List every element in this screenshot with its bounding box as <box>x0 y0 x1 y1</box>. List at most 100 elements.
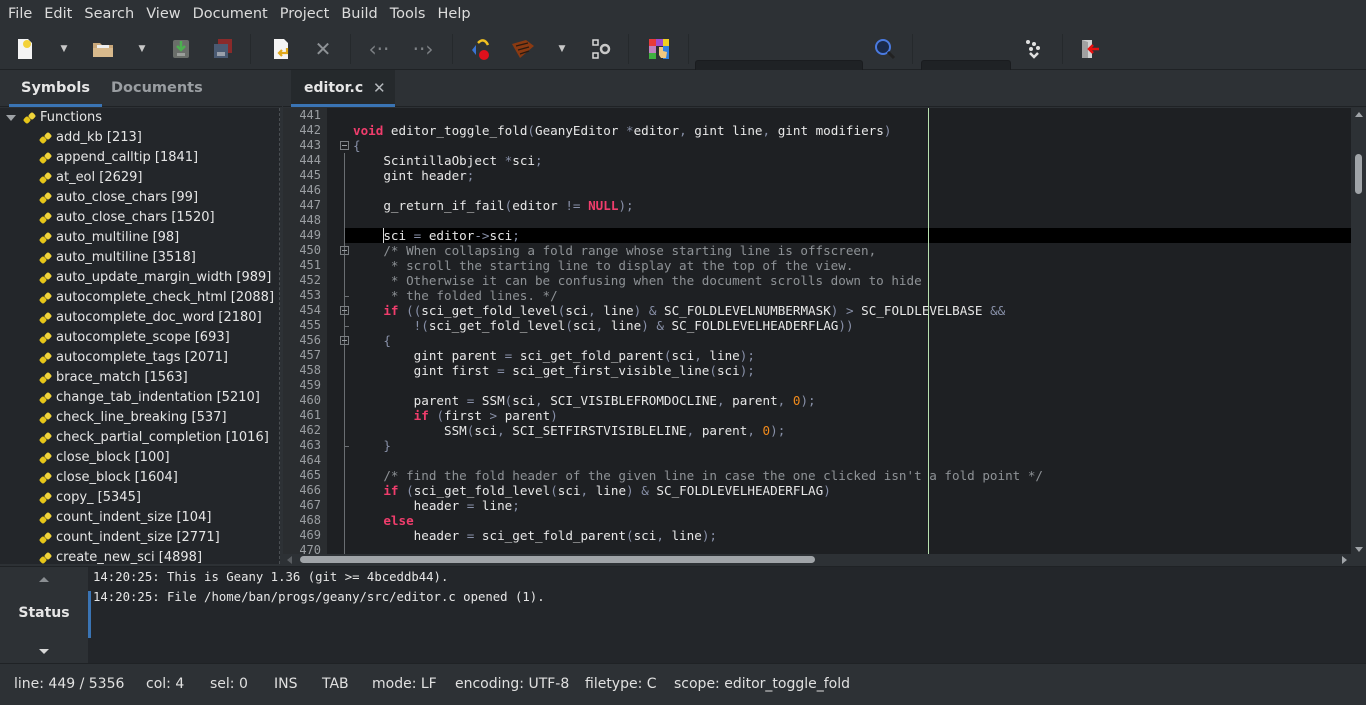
execute-button[interactable] <box>588 36 614 62</box>
fold-toggle-icon[interactable] <box>340 336 349 345</box>
symbol-item[interactable]: auto_multiline [98] <box>0 228 279 248</box>
expander-icon[interactable] <box>6 114 16 121</box>
code-line[interactable]: gint parent = sci_get_fold_parent(sci, l… <box>345 348 1351 363</box>
tab-editor-c[interactable]: editor.c ✕ <box>291 70 395 107</box>
code-line[interactable]: ScintillaObject *sci; <box>345 153 1351 168</box>
vertical-scrollbar[interactable] <box>1351 108 1366 556</box>
symbol-item[interactable]: change_tab_indentation [5210] <box>0 388 279 408</box>
code-line[interactable]: * the folded lines. */ <box>345 288 1351 303</box>
menu-project[interactable]: Project <box>274 0 336 28</box>
code-line[interactable]: parent = SSM(sci, SCI_VISIBLEFROMDOCLINE… <box>345 393 1351 408</box>
open-file-dropdown[interactable]: ▼ <box>135 36 149 62</box>
fold-toggle-icon[interactable] <box>340 306 349 315</box>
symbol-item[interactable]: check_line_breaking [537] <box>0 408 279 428</box>
code-line[interactable]: else <box>345 513 1351 528</box>
symbol-item[interactable]: autocomplete_scope [693] <box>0 328 279 348</box>
symbol-item[interactable]: count_indent_size [2771] <box>0 528 279 548</box>
menu-tools[interactable]: Tools <box>384 0 432 28</box>
save-all-button[interactable] <box>210 36 236 62</box>
quit-button[interactable] <box>1077 36 1103 62</box>
menu-view[interactable]: View <box>140 0 186 28</box>
tab-scroll-up-icon[interactable] <box>39 577 49 582</box>
menu-search[interactable]: Search <box>78 0 140 28</box>
close-tab-icon[interactable]: ✕ <box>373 70 386 107</box>
code-line[interactable]: if ((sci_get_fold_level(sci, line) & SC_… <box>345 303 1351 318</box>
horizontal-scroll-thumb[interactable] <box>300 556 815 563</box>
menu-document[interactable]: Document <box>187 0 274 28</box>
code-line[interactable]: /* When collapsing a fold range whose st… <box>345 243 1351 258</box>
symbol-item[interactable]: append_calltip [1841] <box>0 148 279 168</box>
symbol-item[interactable]: create_new_sci [4898] <box>0 548 279 564</box>
symbol-item[interactable]: auto_update_margin_width [989] <box>0 268 279 288</box>
code-line[interactable]: if (first > parent) <box>345 408 1351 423</box>
code-view[interactable]: void editor_toggle_fold(GeanyEditor *edi… <box>345 108 1351 556</box>
code-line[interactable]: } <box>345 438 1351 453</box>
tab-status[interactable]: Status <box>0 605 88 621</box>
code-line[interactable]: header = line; <box>345 498 1351 513</box>
tree-group-functions[interactable]: Functions <box>0 108 279 128</box>
open-file-button[interactable] <box>90 36 116 62</box>
symbol-item[interactable]: autocomplete_check_html [2088] <box>0 288 279 308</box>
fold-margin[interactable] <box>327 108 345 556</box>
tab-documents[interactable]: Documents <box>111 70 203 107</box>
scroll-right-icon[interactable] <box>1342 556 1347 564</box>
menu-help[interactable]: Help <box>432 0 477 28</box>
build-button[interactable] <box>510 36 536 62</box>
current-code-line[interactable]: sci = editor->sci; <box>345 228 1351 243</box>
search-button[interactable] <box>872 36 898 62</box>
symbol-item[interactable]: brace_match [1563] <box>0 368 279 388</box>
navigate-back-button[interactable]: ‹·· <box>366 36 392 62</box>
menu-edit[interactable]: Edit <box>38 0 78 28</box>
new-file-button[interactable] <box>12 36 38 62</box>
code-line[interactable]: /* find the fold header of the given lin… <box>345 468 1351 483</box>
code-line[interactable] <box>345 378 1351 393</box>
symbol-item[interactable]: close_block [1604] <box>0 468 279 488</box>
code-line[interactable]: { <box>345 333 1351 348</box>
symbol-item[interactable]: autocomplete_doc_word [2180] <box>0 308 279 328</box>
reload-button[interactable] <box>268 36 294 62</box>
symbol-item[interactable]: auto_close_chars [99] <box>0 188 279 208</box>
save-button[interactable] <box>168 36 194 62</box>
tab-symbols[interactable]: Symbols <box>9 70 102 107</box>
menu-file[interactable]: File <box>2 0 38 28</box>
compile-button[interactable] <box>468 36 494 62</box>
goto-line-button[interactable] <box>1020 36 1046 62</box>
close-file-button[interactable]: ✕ <box>310 36 336 62</box>
color-chooser-button[interactable] <box>646 36 672 62</box>
code-line[interactable] <box>345 108 1351 123</box>
code-line[interactable]: SSM(sci, SCI_SETFIRSTVISIBLELINE, parent… <box>345 423 1351 438</box>
code-line[interactable] <box>345 213 1351 228</box>
new-file-dropdown[interactable]: ▼ <box>57 36 71 62</box>
symbol-item[interactable]: add_kb [213] <box>0 128 279 148</box>
build-dropdown[interactable]: ▼ <box>555 36 569 62</box>
code-line[interactable]: * scroll the starting line to display at… <box>345 258 1351 273</box>
symbol-item[interactable]: close_block [100] <box>0 448 279 468</box>
symbol-item[interactable]: copy_ [5345] <box>0 488 279 508</box>
code-line[interactable]: void editor_toggle_fold(GeanyEditor *edi… <box>345 123 1351 138</box>
code-line[interactable]: !(sci_get_fold_level(sci, line) & SC_FOL… <box>345 318 1351 333</box>
fold-toggle-icon[interactable] <box>340 246 349 255</box>
symbol-item[interactable]: check_partial_completion [1016] <box>0 428 279 448</box>
horizontal-scrollbar[interactable] <box>283 554 1351 566</box>
code-line[interactable]: gint first = sci_get_first_visible_line(… <box>345 363 1351 378</box>
symbol-item[interactable]: autocomplete_tags [2071] <box>0 348 279 368</box>
fold-toggle-icon[interactable] <box>340 141 349 150</box>
code-line[interactable]: * Otherwise it can be confusing when the… <box>345 273 1351 288</box>
scroll-up-icon[interactable] <box>1355 112 1363 117</box>
symbol-item[interactable]: auto_close_chars [1520] <box>0 208 279 228</box>
code-line[interactable]: header = sci_get_fold_parent(sci, line); <box>345 528 1351 543</box>
code-line[interactable]: gint header; <box>345 168 1351 183</box>
menu-build[interactable]: Build <box>335 0 383 28</box>
navigate-forward-button[interactable]: ··› <box>410 36 436 62</box>
tab-scroll-down-icon[interactable] <box>39 649 49 654</box>
code-line[interactable]: { <box>345 138 1351 153</box>
symbol-item[interactable]: at_eol [2629] <box>0 168 279 188</box>
vertical-scroll-thumb[interactable] <box>1355 154 1362 194</box>
status-log[interactable]: 14:20:25: This is Geany 1.36 (git >= 4bc… <box>88 567 1366 664</box>
scroll-left-icon[interactable] <box>287 556 292 564</box>
code-line[interactable] <box>345 453 1351 468</box>
symbol-item[interactable]: auto_multiline [3518] <box>0 248 279 268</box>
scroll-down-icon[interactable] <box>1355 547 1363 552</box>
code-line[interactable]: g_return_if_fail(editor != NULL); <box>345 198 1351 213</box>
code-line[interactable]: if (sci_get_fold_level(sci, line) & SC_F… <box>345 483 1351 498</box>
